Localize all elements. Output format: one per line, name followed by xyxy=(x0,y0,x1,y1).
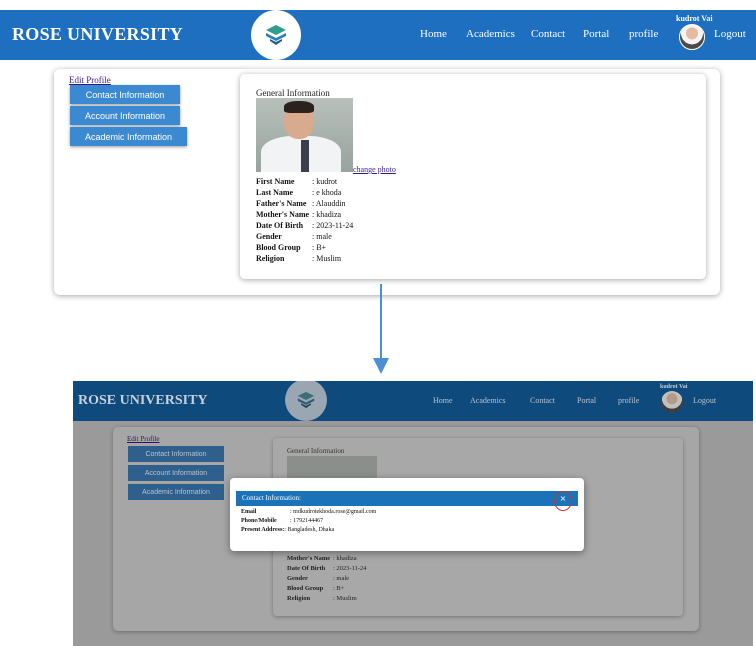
nav-contact-link[interactable]: Contact xyxy=(530,396,555,405)
nav-academics-link[interactable]: Academics xyxy=(470,396,506,405)
general-information-title: General Information xyxy=(256,88,330,98)
edit-profile-link[interactable]: Edit Profile xyxy=(127,435,159,443)
top-navbar: ROSE UNIVERSITY Home Academics Contact P… xyxy=(0,10,756,60)
nav-home-link[interactable]: Home xyxy=(420,28,447,40)
academic-information-button[interactable]: Academic Information xyxy=(128,484,224,500)
change-photo-link[interactable]: change photo xyxy=(353,165,396,174)
info-row-gender: Gender: male xyxy=(256,232,332,241)
info-row-mothers-name: Mother's Name: khadiza xyxy=(256,210,342,219)
contact-row-phone: Phone/Mobile: 1792144467 xyxy=(241,518,324,524)
info-row-gender: Gender: male xyxy=(287,575,350,582)
info-row-religion: Religion: Muslim xyxy=(256,254,342,263)
logout-link[interactable]: Logout xyxy=(693,396,716,405)
info-row-date-of-birth: Date Of Birth: 2023-11-24 xyxy=(287,565,367,572)
university-logo[interactable] xyxy=(285,381,327,421)
modal-screenshot: ROSE UNIVERSITY Home Academics Contact P… xyxy=(73,381,753,646)
profile-photo xyxy=(256,98,353,172)
contact-information-button[interactable]: Contact Information xyxy=(128,446,224,462)
nav-profile-link[interactable]: profile xyxy=(618,396,639,405)
book-stack-logo-icon xyxy=(266,25,286,45)
close-button-highlight xyxy=(554,491,572,511)
academic-information-button[interactable]: Academic Information xyxy=(70,127,187,146)
university-logo[interactable] xyxy=(251,10,301,60)
nav-profile-link[interactable]: profile xyxy=(629,28,658,40)
account-information-button[interactable]: Account Information xyxy=(128,465,224,481)
info-row-religion: Religion: Muslim xyxy=(287,595,357,602)
contact-row-address: Present Address:: Bangladesh, Dhaka xyxy=(241,527,335,533)
overlay-navbar: ROSE UNIVERSITY Home Academics Contact P… xyxy=(73,381,753,421)
contact-information-button[interactable]: Contact Information xyxy=(70,85,180,104)
info-row-date-of-birth: Date Of Birth: 2023-11-24 xyxy=(256,221,354,230)
avatar[interactable] xyxy=(679,24,705,50)
modal-header: Contact Information: × xyxy=(236,491,578,506)
account-information-button[interactable]: Account Information xyxy=(70,106,180,125)
info-row-blood-group: Blood Group: B+ xyxy=(287,585,345,592)
down-arrow-icon xyxy=(373,358,389,374)
nav-academics-link[interactable]: Academics xyxy=(466,28,515,40)
user-name: kudrot Vai xyxy=(676,14,713,23)
info-row-last-name: Last Name: e khoda xyxy=(256,188,342,197)
contact-row-email: Email: mdkudrotekhoda.rose@gmail.com xyxy=(241,509,377,515)
book-stack-logo-icon xyxy=(297,391,315,409)
nav-home-link[interactable]: Home xyxy=(433,396,453,405)
info-row-mothers-name: Mother's Name: khadiza xyxy=(287,555,357,562)
nav-contact-link[interactable]: Contact xyxy=(531,28,565,40)
nav-portal-link[interactable]: Portal xyxy=(583,28,609,40)
contact-information-modal: Contact Information: × Email: mdkudrotek… xyxy=(230,478,584,551)
info-row-blood-group: Blood Group: B+ xyxy=(256,243,327,252)
brand-title[interactable]: ROSE UNIVERSITY xyxy=(12,24,183,45)
edit-profile-link[interactable]: Edit Profile xyxy=(69,75,111,85)
modal-title: Contact Information: xyxy=(242,494,301,502)
brand-title[interactable]: ROSE UNIVERSITY xyxy=(78,393,208,409)
nav-portal-link[interactable]: Portal xyxy=(577,396,596,405)
info-row-first-name: First Name: kudrot xyxy=(256,177,338,186)
user-name: kudrot Vai xyxy=(660,384,688,390)
logout-link[interactable]: Logout xyxy=(714,28,746,40)
avatar[interactable] xyxy=(661,391,683,413)
general-information-title: General Information xyxy=(287,447,345,455)
flow-connector-line xyxy=(380,284,382,360)
info-row-fathers-name: Father's Name: Alauddin xyxy=(256,199,346,208)
